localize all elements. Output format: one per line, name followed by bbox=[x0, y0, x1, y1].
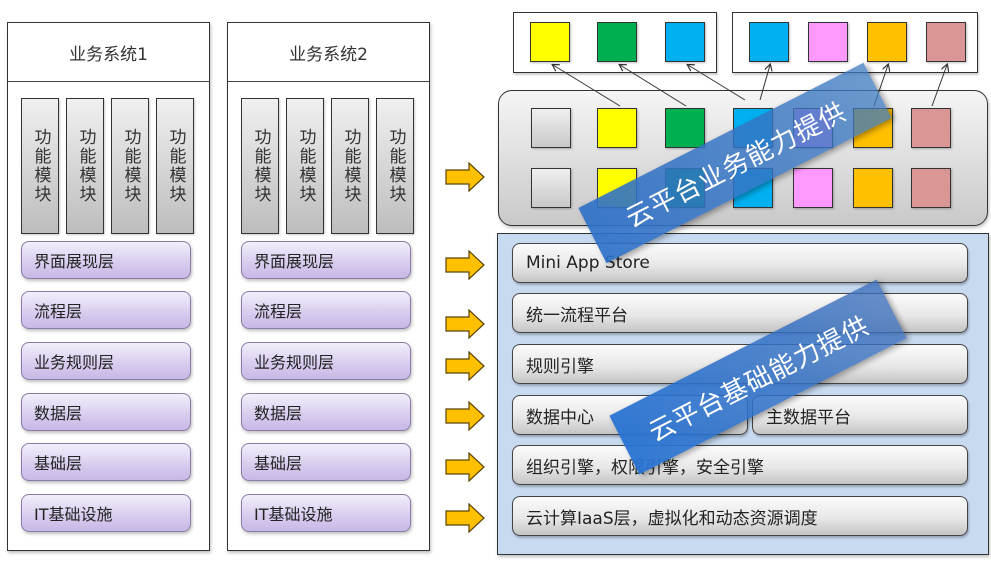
bar-master-data: 主数据平台 bbox=[752, 395, 968, 435]
connector-line bbox=[688, 65, 746, 101]
bar-engines: 组织引擎，权限引擎，安全引擎 bbox=[512, 445, 968, 485]
connector-line bbox=[553, 65, 621, 107]
connector-line bbox=[620, 65, 687, 107]
bar-mini-app-store: Mini App Store bbox=[512, 243, 968, 283]
connector-line bbox=[931, 65, 947, 107]
connector-line bbox=[759, 65, 770, 101]
bar-iaas: 云计算IaaS层，虚拟化和动态资源调度 bbox=[512, 496, 968, 536]
